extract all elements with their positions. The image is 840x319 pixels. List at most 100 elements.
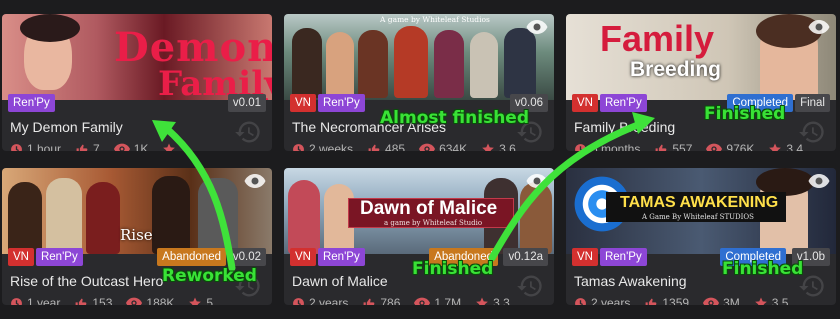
game-logo: Dawn of Malice — [360, 198, 498, 219]
game-title[interactable]: The Necromancer Arises — [292, 119, 446, 135]
thumbs-up-icon — [655, 144, 667, 151]
views-count: 976K — [726, 142, 755, 151]
game-thumbnail[interactable]: Dawn of Malice a game by Whiteleaf Studi… — [284, 168, 554, 254]
likes-count: 485 — [385, 142, 406, 151]
tag-vn[interactable]: VN — [8, 248, 34, 266]
game-stats: 2 years 786 1.7M 3.3 — [292, 296, 510, 305]
game-logo: TAMAS AWAKENING — [620, 194, 779, 211]
history-icon — [235, 121, 260, 143]
status-badge: Completed — [727, 94, 793, 112]
star-icon — [482, 143, 494, 151]
game-logo: Rise — [120, 226, 153, 244]
views-count: 188K — [146, 296, 175, 305]
clock-icon — [293, 297, 304, 305]
game-card[interactable]: A game by Whiteleaf Studios VN Ren'Py v0… — [284, 14, 554, 151]
tag-vn[interactable]: VN — [572, 248, 598, 266]
watch-eye-icon[interactable] — [244, 174, 266, 188]
game-title[interactable]: Rise of the Outcast Hero — [10, 273, 163, 289]
history-icon — [799, 275, 824, 297]
tag-list: Ren'Py — [8, 94, 55, 112]
watch-eye-icon[interactable] — [808, 174, 830, 188]
tag-vn[interactable]: VN — [290, 248, 316, 266]
likes-count: 786 — [380, 296, 401, 305]
status-badge: Abandoned — [429, 248, 498, 266]
tag-renpy[interactable]: Ren'Py — [8, 94, 55, 112]
rating-value: 5 — [206, 296, 214, 305]
likes-count: 153 — [92, 296, 113, 305]
game-stats: 5 months 557 976K 3.4 — [574, 142, 803, 151]
tag-vn[interactable]: VN — [572, 94, 598, 112]
version-badge: v0.12a — [503, 248, 548, 266]
game-card[interactable]: Rise VN Ren'Py Abandoned v0.02 Rise of t… — [2, 168, 272, 305]
star-icon — [476, 297, 488, 305]
clock-icon — [575, 297, 586, 305]
game-logo-sub: a game by Whiteleaf Studio — [384, 219, 483, 227]
status-badge: Completed — [720, 248, 786, 266]
history-icon — [235, 275, 260, 297]
likes-count: 1359 — [662, 296, 690, 305]
tag-renpy[interactable]: Ren'Py — [317, 248, 365, 266]
views-count: 3M — [723, 296, 740, 305]
eye-icon — [706, 143, 723, 151]
updated-time: 2 years — [591, 296, 631, 305]
watch-eye-icon[interactable] — [808, 20, 830, 34]
game-thumbnail[interactable]: Family Breeding — [566, 14, 836, 100]
tag-list: VN Ren'Py — [572, 94, 647, 112]
updated-time: 2 years — [309, 296, 349, 305]
thumbs-up-icon — [645, 298, 657, 305]
star-icon — [754, 297, 767, 305]
star-icon — [163, 143, 176, 151]
thumbs-up-icon — [368, 144, 380, 151]
game-card[interactable]: Family Breeding VN Ren'Py Completed Fina… — [566, 14, 836, 151]
game-title[interactable]: Dawn of Malice — [292, 273, 388, 289]
views-count: 1.7M — [434, 296, 462, 305]
game-thumbnail[interactable]: Demon Family — [2, 14, 272, 100]
game-card[interactable]: Demon Family Ren'Py v0.01 My Demon Famil… — [2, 14, 272, 151]
game-card[interactable]: TAMAS AWAKENING A Game By Whiteleaf STUD… — [566, 168, 836, 305]
game-thumbnail[interactable]: TAMAS AWAKENING A Game By Whiteleaf STUD… — [566, 168, 836, 254]
game-stats: 1 hour 7 1K — [10, 142, 180, 151]
views-count: 634K — [439, 142, 468, 151]
rating-value: 3.6 — [499, 142, 516, 151]
clock-icon — [11, 297, 22, 305]
rating-value: 3.5 — [771, 296, 789, 305]
tag-renpy[interactable]: Ren'Py — [317, 94, 365, 112]
game-thumbnail[interactable]: A game by Whiteleaf Studios — [284, 14, 554, 100]
game-thumbnail[interactable]: Rise — [2, 168, 272, 254]
version-badge: v0.06 — [509, 94, 548, 112]
version-badge: v0.01 — [227, 94, 266, 112]
game-title[interactable]: Family Breeding — [574, 119, 675, 135]
game-stats: 2 weeks 485 634K 3.6 — [292, 142, 516, 151]
game-logo-sub: A game by Whiteleaf Studios — [380, 15, 490, 24]
clock-icon — [293, 143, 304, 151]
tag-list: VN Ren'Py — [290, 94, 365, 112]
updated-time: 1 hour — [27, 142, 62, 151]
likes-count: 557 — [672, 142, 693, 151]
game-logo-sub: Breeding — [630, 58, 722, 81]
clock-icon — [11, 143, 22, 151]
game-card[interactable]: Dawn of Malice a game by Whiteleaf Studi… — [284, 168, 554, 305]
tag-renpy[interactable]: Ren'Py — [599, 248, 647, 266]
history-icon — [517, 275, 542, 297]
game-title[interactable]: My Demon Family — [10, 119, 123, 135]
version-badge: v1.0b — [791, 248, 830, 266]
likes-count: 7 — [93, 142, 100, 151]
eye-icon — [113, 143, 130, 151]
tag-vn[interactable]: VN — [290, 94, 316, 112]
tag-list: VN Ren'Py — [572, 248, 647, 266]
watch-eye-icon[interactable] — [526, 174, 548, 188]
updated-time: 1 year — [27, 296, 61, 305]
version-badge: v0.02 — [227, 248, 266, 266]
tag-list: VN Ren'Py — [8, 248, 83, 266]
tag-renpy[interactable]: Ren'Py — [599, 94, 647, 112]
eye-icon — [414, 297, 431, 305]
eye-icon — [419, 143, 436, 151]
watch-eye-icon[interactable] — [526, 20, 548, 34]
star-icon — [769, 143, 782, 151]
tag-renpy[interactable]: Ren'Py — [35, 248, 83, 266]
game-title[interactable]: Tamas Awakening — [574, 273, 687, 289]
game-stats: 2 years 1359 3M 3.5 — [574, 296, 788, 305]
updated-time: 5 months — [591, 142, 641, 151]
games-grid: Demon Family Ren'Py v0.01 My Demon Famil… — [0, 0, 840, 319]
rating-value: 3.3 — [493, 296, 510, 305]
